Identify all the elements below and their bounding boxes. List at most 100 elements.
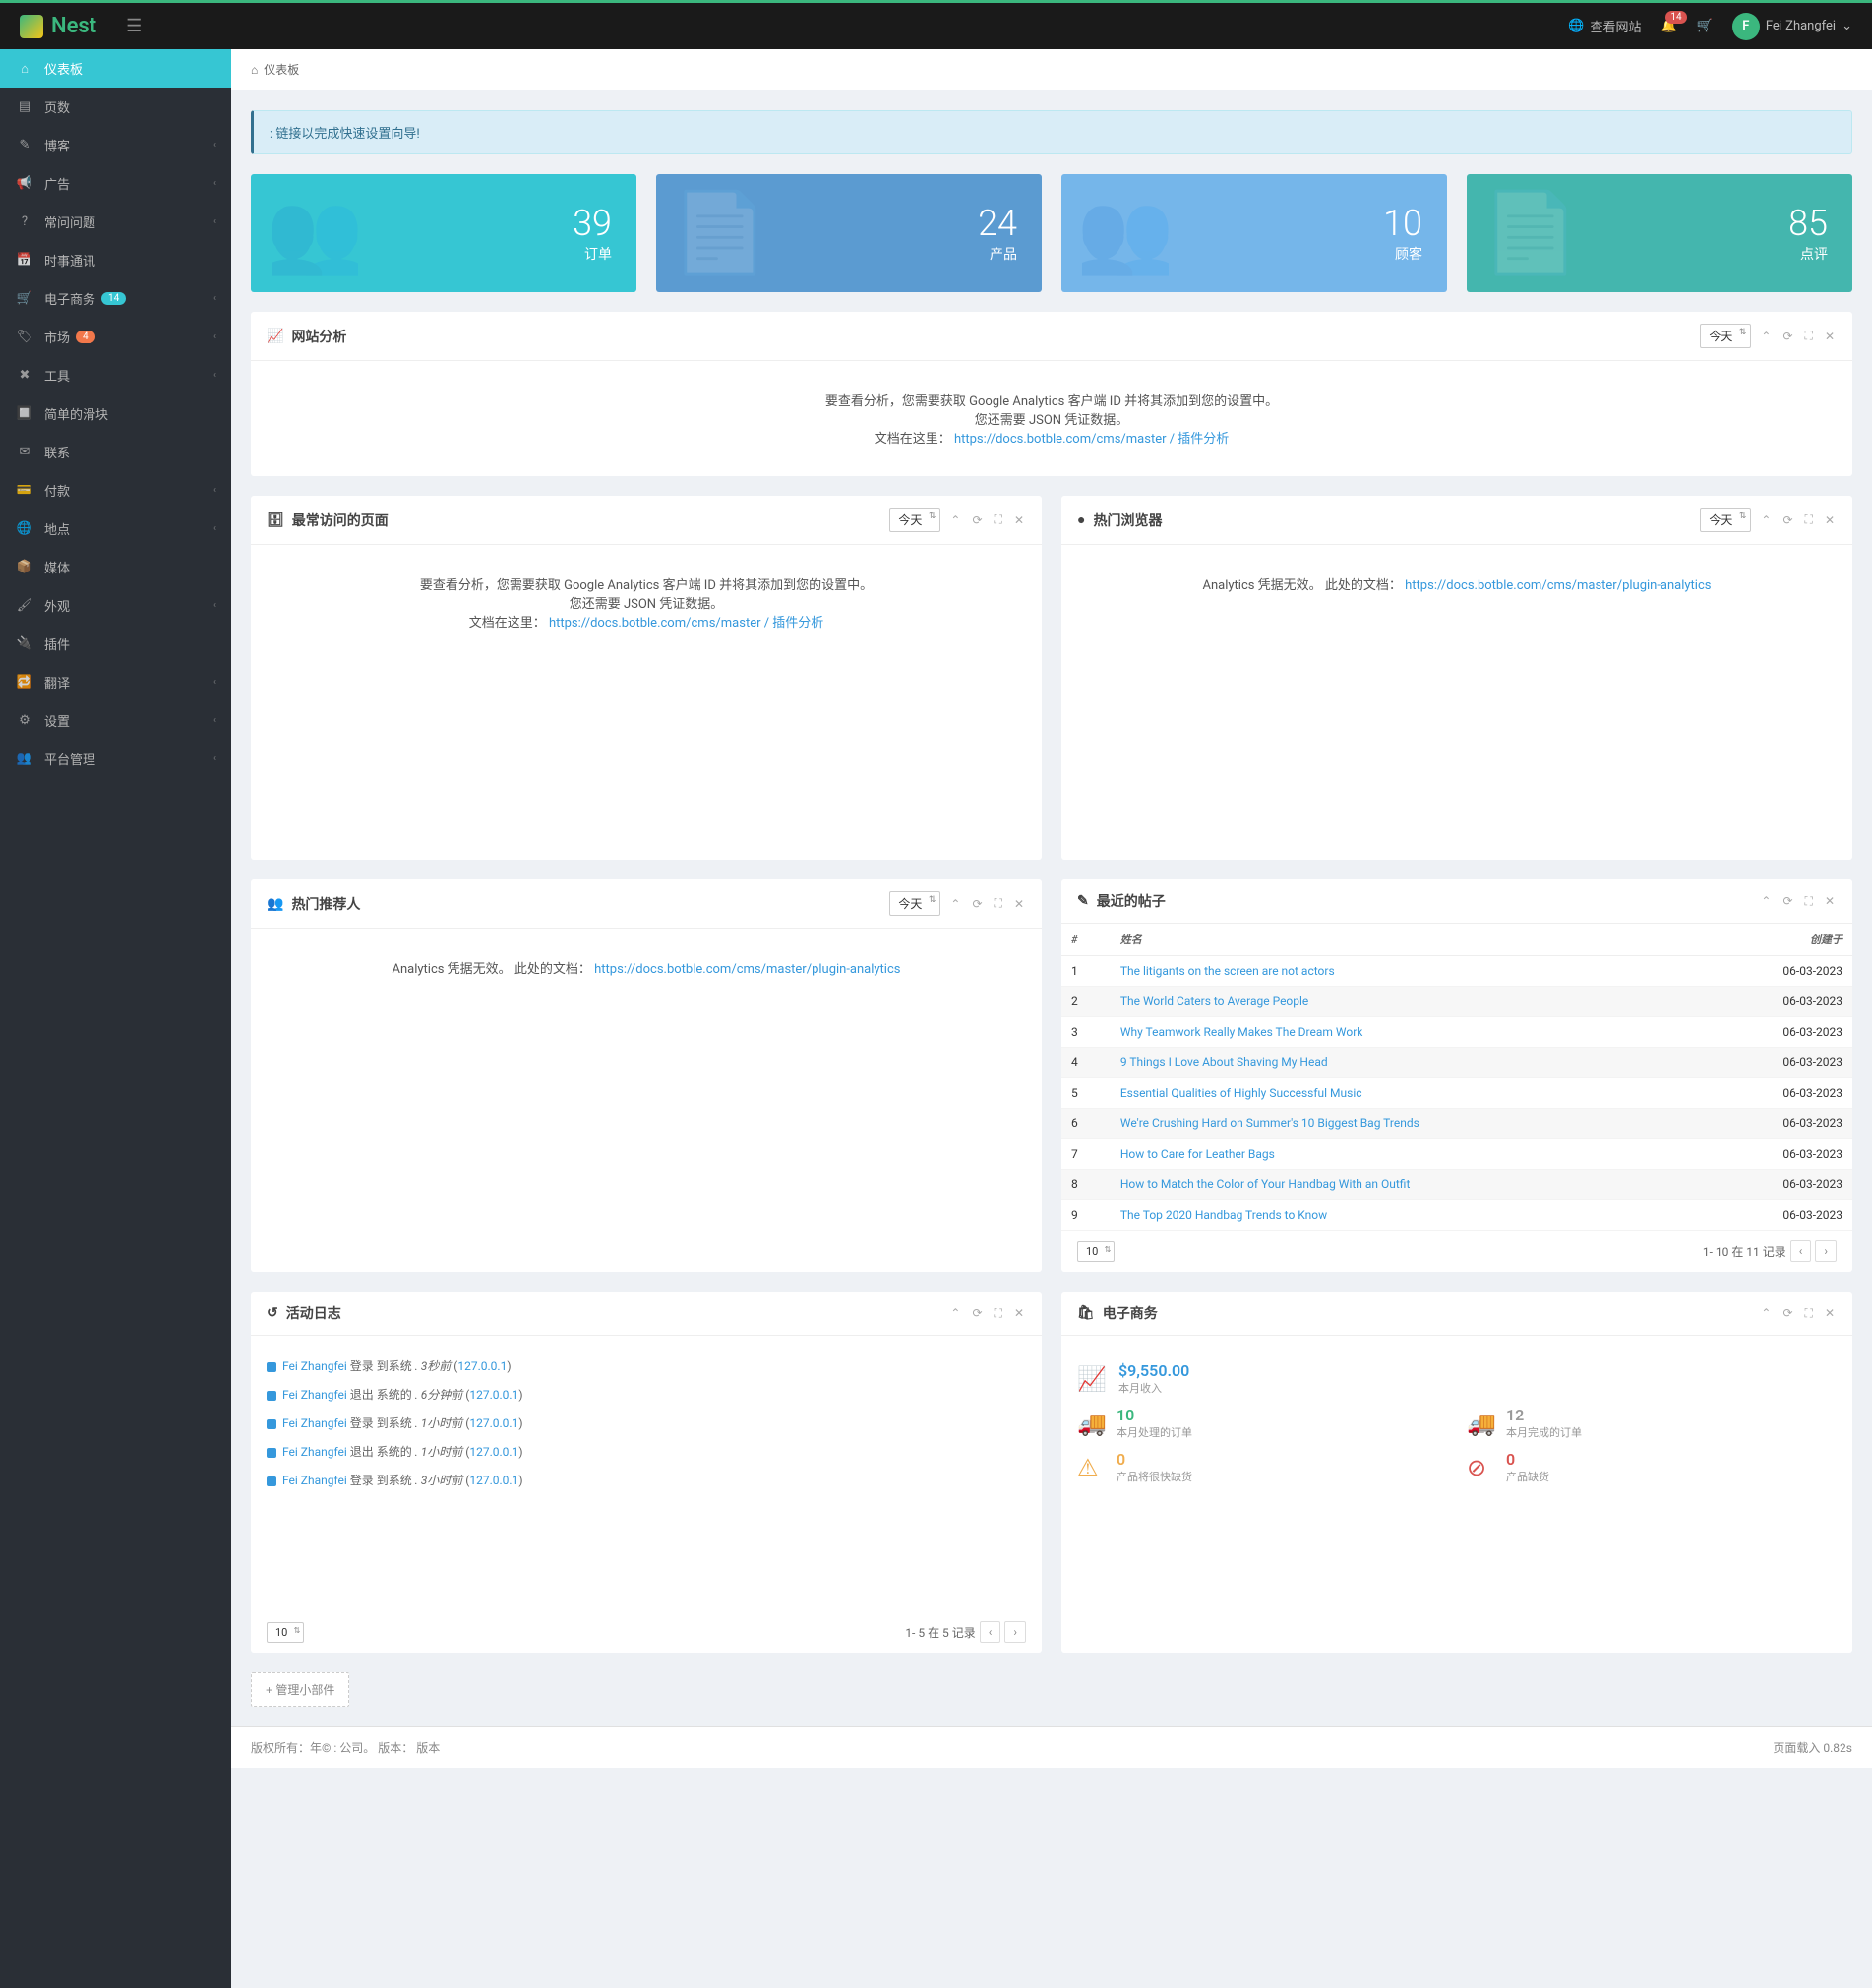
sidebar-item-5[interactable]: 📅时事通讯 — [0, 241, 231, 279]
refresh-icon[interactable]: ⟳ — [970, 512, 984, 529]
post-link[interactable]: The Top 2020 Handbag Trends to Know — [1120, 1208, 1327, 1222]
close-icon[interactable]: ✕ — [1823, 512, 1837, 529]
chevron-left-icon: ‹ — [213, 677, 216, 688]
post-link[interactable]: The World Caters to Average People — [1120, 994, 1308, 1008]
user-menu[interactable]: F Fei Zhangfei ⌄ — [1732, 13, 1852, 40]
collapse-icon[interactable]: ⌃ — [1759, 328, 1773, 345]
doc-link[interactable]: https://docs.botble.com/cms/master / 插件分… — [549, 616, 823, 631]
fullscreen-icon[interactable]: ⛶ — [993, 1304, 1004, 1323]
prev-page-button[interactable]: ‹ — [1790, 1240, 1812, 1262]
doc-link[interactable]: https://docs.botble.com/cms/master/plugi… — [1405, 578, 1711, 593]
sidebar-label: 联系 — [44, 443, 70, 461]
fullscreen-icon[interactable]: ⛶ — [1803, 892, 1815, 911]
activity-ip-link[interactable]: 127.0.0.1 — [469, 1388, 518, 1402]
next-page-button[interactable]: › — [1815, 1240, 1837, 1262]
activity-user-link[interactable]: Fei Zhangfei — [282, 1388, 347, 1402]
activity-user-link[interactable]: Fei Zhangfei — [282, 1445, 347, 1459]
sidebar-item-0[interactable]: ⌂仪表板 — [0, 49, 231, 88]
refresh-icon[interactable]: ⟳ — [970, 895, 984, 913]
fullscreen-icon[interactable]: ⛶ — [993, 511, 1004, 529]
fullscreen-icon[interactable]: ⛶ — [993, 894, 1004, 913]
fullscreen-icon[interactable]: ⛶ — [1803, 327, 1815, 345]
sidebar-item-2[interactable]: ✎博客‹ — [0, 126, 231, 164]
chevron-left-icon: ‹ — [213, 485, 216, 496]
refresh-icon[interactable]: ⟳ — [1781, 892, 1794, 910]
post-link[interactable]: Essential Qualities of Highly Successful… — [1120, 1086, 1362, 1100]
activity-ip-link[interactable]: 127.0.0.1 — [469, 1445, 518, 1459]
close-icon[interactable]: ✕ — [1823, 892, 1837, 910]
post-link[interactable]: We're Crushing Hard on Summer's 10 Bigge… — [1120, 1116, 1419, 1130]
stat-tile-1[interactable]: 📄24产品 — [656, 174, 1042, 292]
alert-text: 链接以完成快速设置向导! — [275, 127, 419, 142]
sidebar-item-9[interactable]: 🔲简单的滑块 — [0, 394, 231, 433]
prev-page-button[interactable]: ‹ — [980, 1621, 1001, 1643]
refresh-icon[interactable]: ⟳ — [1781, 1304, 1794, 1322]
collapse-icon[interactable]: ⌃ — [1759, 892, 1773, 910]
collapse-icon[interactable]: ⌃ — [948, 1304, 962, 1322]
refresh-icon[interactable]: ⟳ — [1781, 328, 1794, 345]
sidebar-item-14[interactable]: 🖌外观‹ — [0, 586, 231, 625]
setup-wizard-alert[interactable]: : 链接以完成快速设置向导! — [251, 110, 1852, 154]
close-icon[interactable]: ✕ — [1823, 328, 1837, 345]
period-select[interactable]: 今天 — [1700, 508, 1751, 532]
sidebar-item-3[interactable]: 📢广告‹ — [0, 164, 231, 203]
close-icon[interactable]: ✕ — [1012, 512, 1026, 529]
refresh-icon[interactable]: ⟳ — [970, 1304, 984, 1322]
stat-tile-2[interactable]: 👥10顾客 — [1061, 174, 1447, 292]
close-icon[interactable]: ✕ — [1012, 1304, 1026, 1322]
view-site-link[interactable]: 🌐 查看网站 — [1568, 17, 1641, 35]
collapse-icon[interactable]: ⌃ — [948, 512, 962, 529]
activity-ip-link[interactable]: 127.0.0.1 — [469, 1474, 518, 1487]
sidebar-item-16[interactable]: 🔁翻译‹ — [0, 663, 231, 701]
period-select[interactable]: 今天 — [1700, 324, 1751, 348]
page-size-select[interactable]: 10 — [267, 1622, 304, 1643]
activity-user-link[interactable]: Fei Zhangfei — [282, 1474, 347, 1487]
fullscreen-icon[interactable]: ⛶ — [1803, 511, 1815, 529]
post-link[interactable]: Why Teamwork Really Makes The Dream Work — [1120, 1025, 1363, 1039]
activity-user-link[interactable]: Fei Zhangfei — [282, 1416, 347, 1430]
sidebar-item-1[interactable]: ▤页数 — [0, 88, 231, 126]
page-size-select[interactable]: 10 — [1077, 1241, 1115, 1262]
activity-dot-icon — [267, 1419, 276, 1429]
collapse-icon[interactable]: ⌃ — [1759, 1304, 1773, 1322]
home-icon[interactable]: ⌂ — [251, 63, 258, 77]
period-select[interactable]: 今天 — [889, 891, 940, 916]
activity-ip-link[interactable]: 127.0.0.1 — [469, 1416, 518, 1430]
col-name: 姓名 — [1111, 924, 1705, 956]
cart-icon[interactable]: 🛒 — [1697, 19, 1713, 33]
collapse-icon[interactable]: ⌃ — [948, 895, 962, 913]
sidebar-item-18[interactable]: 👥平台管理‹ — [0, 740, 231, 778]
post-link[interactable]: The litigants on the screen are not acto… — [1120, 964, 1335, 978]
post-link[interactable]: How to Care for Leather Bags — [1120, 1147, 1275, 1161]
sidebar-item-7[interactable]: 🏷市场4‹ — [0, 318, 231, 356]
fullscreen-icon[interactable]: ⛶ — [1803, 1304, 1815, 1323]
activity-ip-link[interactable]: 127.0.0.1 — [457, 1359, 507, 1373]
sidebar-item-6[interactable]: 🛒电子商务14‹ — [0, 279, 231, 318]
post-link[interactable]: How to Match the Color of Your Handbag W… — [1120, 1177, 1411, 1191]
notifications-button[interactable]: 🔔 14 — [1661, 19, 1676, 33]
manage-widget-button[interactable]: + 管理小部件 — [251, 1672, 349, 1707]
doc-link[interactable]: https://docs.botble.com/cms/master/plugi… — [594, 962, 900, 977]
sidebar-item-17[interactable]: ⚙设置‹ — [0, 701, 231, 740]
sidebar-item-10[interactable]: ✉联系 — [0, 433, 231, 471]
close-icon[interactable]: ✕ — [1012, 895, 1026, 913]
brand[interactable]: Nest — [20, 14, 96, 38]
analytics-doc-link[interactable]: https://docs.botble.com/cms/master / 插件分… — [954, 432, 1229, 447]
stat-tile-3[interactable]: 📄85点评 — [1467, 174, 1852, 292]
refresh-icon[interactable]: ⟳ — [1781, 512, 1794, 529]
sidebar-item-8[interactable]: ✖工具‹ — [0, 356, 231, 394]
collapse-icon[interactable]: ⌃ — [1759, 512, 1773, 529]
sidebar-item-4[interactable]: ?常问问题‹ — [0, 203, 231, 241]
stat-tile-0[interactable]: 👥39订单 — [251, 174, 636, 292]
close-icon[interactable]: ✕ — [1823, 1304, 1837, 1322]
sidebar-toggle-icon[interactable]: ☰ — [126, 16, 142, 36]
sidebar-item-12[interactable]: 🌐地点‹ — [0, 510, 231, 548]
activity-user-link[interactable]: Fei Zhangfei — [282, 1359, 347, 1373]
period-select[interactable]: 今天 — [889, 508, 940, 532]
ecom-stat: 🚚12本月完成的订单 — [1467, 1406, 1837, 1440]
sidebar-item-13[interactable]: 📦媒体 — [0, 548, 231, 586]
sidebar-item-11[interactable]: 💳付款‹ — [0, 471, 231, 510]
post-link[interactable]: 9 Things I Love About Shaving My Head — [1120, 1055, 1328, 1069]
sidebar-item-15[interactable]: 🔌插件 — [0, 625, 231, 663]
next-page-button[interactable]: › — [1004, 1621, 1026, 1643]
